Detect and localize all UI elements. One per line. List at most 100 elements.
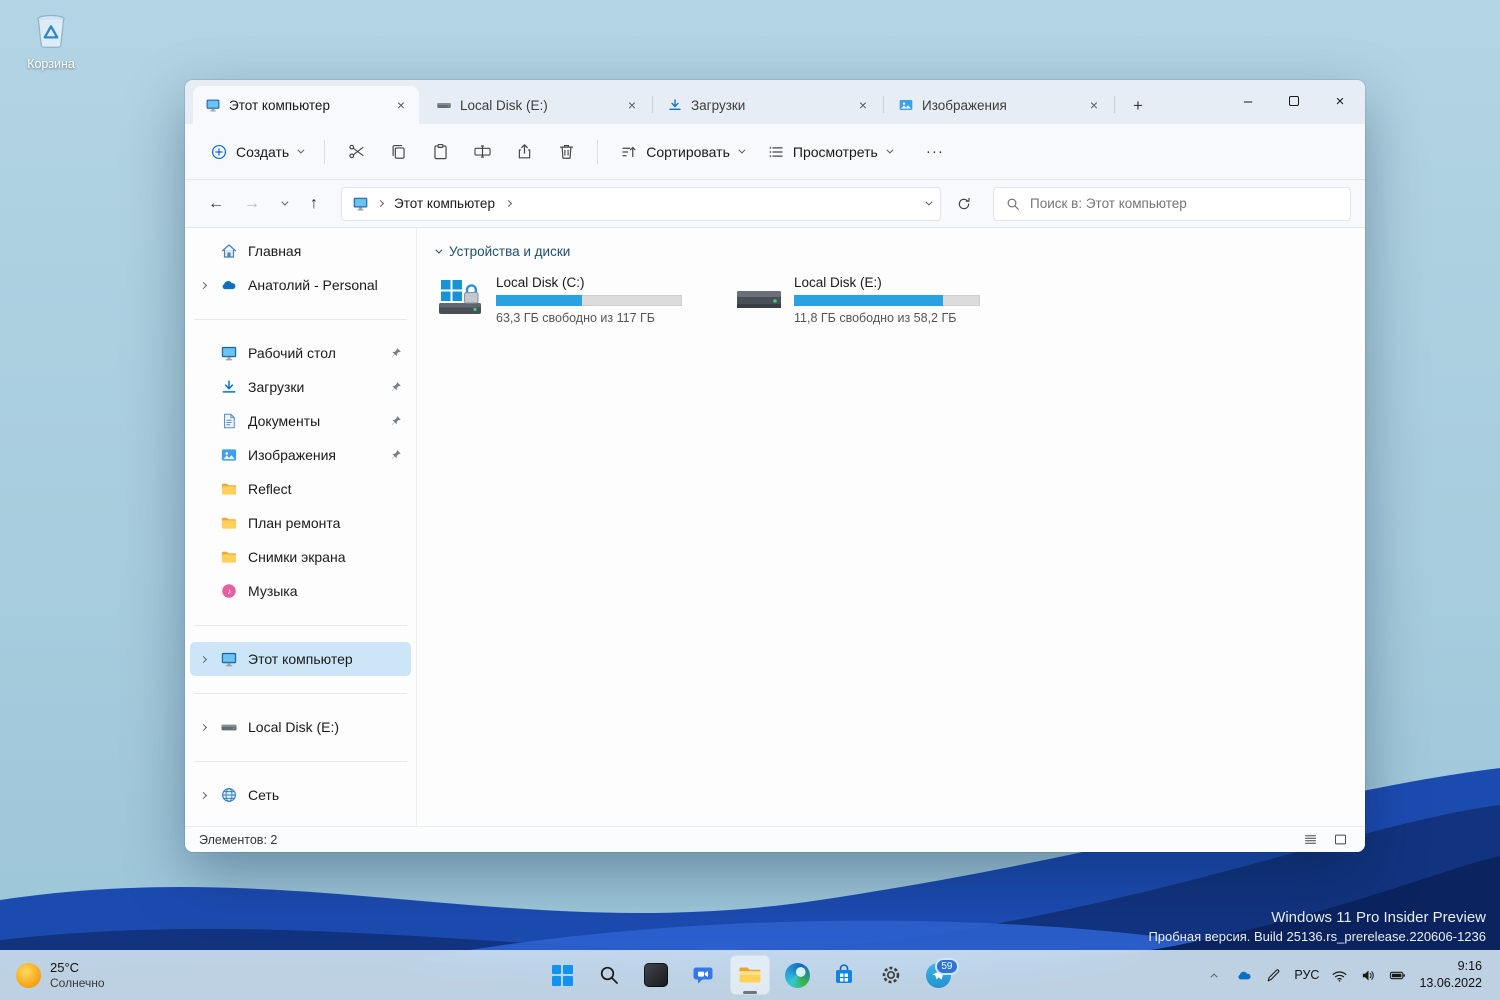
sidebar-divider <box>185 676 416 710</box>
tab-close-icon[interactable]: × <box>620 93 644 117</box>
minimize-button[interactable]: – <box>1225 80 1271 122</box>
sidebar-item-plan-remonta[interactable]: План ремонта <box>190 506 411 540</box>
recent-locations-button[interactable] <box>271 188 295 220</box>
search-input[interactable] <box>1030 196 1339 211</box>
pinned-app-dark-button[interactable] <box>636 955 676 995</box>
tab-close-icon[interactable]: × <box>1082 93 1106 117</box>
tab-local-disk-e[interactable]: Local Disk (E:) × <box>424 86 653 124</box>
delete-button[interactable] <box>546 134 586 170</box>
refresh-button[interactable] <box>947 188 981 220</box>
close-button[interactable]: × <box>1317 80 1363 122</box>
more-options-button[interactable]: ··· <box>918 134 952 170</box>
sidebar-item-this-pc[interactable]: Этот компьютер <box>190 642 411 676</box>
chat-button[interactable] <box>683 955 723 995</box>
group-devices-and-drives[interactable]: Устройства и диски <box>431 242 1365 271</box>
messenger-app-button[interactable]: 59 <box>918 955 959 995</box>
sidebar-item-downloads[interactable]: Загрузки <box>190 370 411 404</box>
edge-button[interactable] <box>777 955 817 995</box>
onedrive-tray-button[interactable] <box>1231 957 1258 993</box>
sidebar-item-desktop[interactable]: Рабочий стол <box>190 336 411 370</box>
tab-downloads[interactable]: Загрузки × <box>655 86 884 124</box>
folder-icon <box>219 513 239 533</box>
hidden-icons-button[interactable] <box>1202 957 1229 993</box>
copy-button[interactable] <box>378 134 418 170</box>
sidebar-item-reflect[interactable]: Reflect <box>190 472 411 506</box>
tab-this-pc[interactable]: Этот компьютер × <box>193 86 419 124</box>
weather-sun-icon <box>16 962 41 988</box>
view-button[interactable]: Просмотреть <box>756 134 902 170</box>
search-icon <box>1005 196 1021 212</box>
sidebar-item-label: Анатолий - Personal <box>248 277 378 293</box>
drive-usage-bar <box>496 295 682 306</box>
battery-button[interactable] <box>1384 957 1411 993</box>
desktop: Корзина Windows 11 Pro Insider Preview П… <box>0 0 1500 1000</box>
sort-button[interactable]: Сортировать <box>609 134 754 170</box>
home-icon <box>219 241 239 261</box>
tab-bar: Этот компьютер × Local Disk (E:) × Загру… <box>185 80 1365 124</box>
pen-tray-button[interactable] <box>1260 957 1287 993</box>
drive-e[interactable]: Local Disk (E:) 11,8 ГБ свободно из 58,2… <box>729 271 999 329</box>
address-bar[interactable]: Этот компьютер <box>341 186 941 221</box>
share-button[interactable] <box>504 134 544 170</box>
large-icons-view-button[interactable] <box>1329 830 1351 850</box>
cloud-icon <box>1236 967 1253 984</box>
settings-button[interactable] <box>871 955 911 995</box>
tab-label: Изображения <box>922 97 1007 113</box>
file-explorer-button[interactable] <box>730 955 770 995</box>
sidebar-item-home[interactable]: Главная <box>190 234 411 268</box>
drive-usage-bar <box>794 295 980 306</box>
downloads-icon <box>219 377 239 397</box>
start-button[interactable] <box>542 955 582 995</box>
drive-e-icon <box>737 291 781 308</box>
language-indicator[interactable]: РУС <box>1289 957 1324 993</box>
store-bag-icon <box>832 963 856 987</box>
widgets-button[interactable]: 25°C Солнечно <box>10 953 111 997</box>
sidebar-item-network[interactable]: Сеть <box>190 778 411 812</box>
chevron-right-icon[interactable] <box>199 791 208 799</box>
recycle-bin[interactable]: Корзина <box>12 8 90 71</box>
tab-close-icon[interactable]: × <box>851 93 875 117</box>
chevron-right-icon[interactable] <box>199 655 208 663</box>
drive-c-icon <box>439 280 481 314</box>
paste-button[interactable] <box>420 134 460 170</box>
breadcrumb-this-pc[interactable]: Этот компьютер <box>392 194 497 213</box>
cut-button[interactable] <box>336 134 376 170</box>
drive-free-space: 63,3 ГБ свободно из 117 ГБ <box>496 311 655 325</box>
pictures-icon <box>898 97 914 113</box>
new-tab-button[interactable]: + <box>1123 91 1153 121</box>
back-button[interactable]: ← <box>199 188 233 220</box>
sidebar-item-screenshots[interactable]: Снимки экрана <box>190 540 411 574</box>
up-button[interactable]: ↑ <box>297 188 331 220</box>
chevron-right-icon[interactable] <box>199 723 208 731</box>
sidebar-item-pictures[interactable]: Изображения <box>190 438 411 472</box>
sidebar-divider <box>185 744 416 778</box>
drive-usage-fill <box>496 295 582 306</box>
forward-button[interactable]: → <box>235 188 269 220</box>
create-button[interactable]: Создать <box>199 134 313 170</box>
explorer-body: Главная Анатолий - Personal Рабочий стол <box>185 228 1365 826</box>
address-dropdown-icon[interactable] <box>925 198 933 206</box>
maximize-button[interactable] <box>1271 80 1317 122</box>
drive-icon <box>436 97 452 113</box>
command-bar: Создать Сортировать Просмотреть ··· <box>185 124 1365 180</box>
sidebar-item-local-disk-e[interactable]: Local Disk (E:) <box>190 710 411 744</box>
tab-pictures[interactable]: Изображения × <box>886 86 1115 124</box>
tab-close-icon[interactable]: × <box>389 93 413 117</box>
rename-button[interactable] <box>462 134 502 170</box>
clock[interactable]: 9:16 13.06.2022 <box>1413 958 1490 992</box>
drive-tiles: Local Disk (C:) 63,3 ГБ свободно из 117 … <box>431 271 1365 329</box>
sidebar-item-music[interactable]: ♪ Музыка <box>190 574 411 608</box>
chevron-up-icon <box>1210 972 1219 980</box>
network-button[interactable] <box>1326 957 1353 993</box>
volume-button[interactable] <box>1355 957 1382 993</box>
details-view-button[interactable] <box>1299 830 1321 850</box>
sidebar-item-onedrive[interactable]: Анатолий - Personal <box>190 268 411 302</box>
chevron-down-icon <box>886 146 894 154</box>
chevron-right-icon[interactable] <box>199 281 208 289</box>
store-button[interactable] <box>824 955 864 995</box>
sidebar-divider <box>185 608 416 642</box>
pin-icon <box>390 414 404 428</box>
drive-c[interactable]: Local Disk (C:) 63,3 ГБ свободно из 117 … <box>431 271 701 329</box>
sidebar-item-documents[interactable]: Документы <box>190 404 411 438</box>
search-button[interactable] <box>589 955 629 995</box>
